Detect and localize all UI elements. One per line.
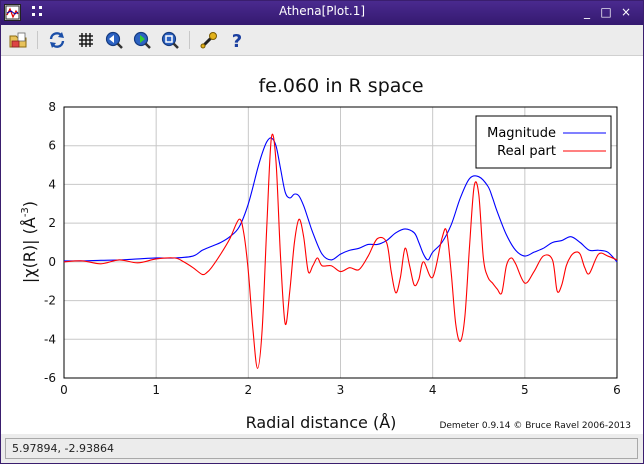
y-axis-label: |χ(R)| (Å-3) [20,201,39,283]
y-axis-label-text: |χ(R)| (Å [20,217,39,283]
svg-text:?: ? [232,31,242,50]
y-tick-label: -2 [44,294,56,308]
y-tick-label: 6 [48,139,56,153]
toolbar: ? [1,25,643,56]
x-tick-label: 4 [429,383,437,397]
x-tick-label: 3 [337,383,345,397]
settings-wrench-icon[interactable] [198,29,220,51]
x-tick-label: 0 [60,383,68,397]
y-axis-label-superscript: -3 [20,207,31,217]
toolbar-separator [189,31,190,49]
help-icon[interactable]: ? [226,29,248,51]
open-folder-icon[interactable] [7,29,29,51]
x-tick-label: 1 [152,383,160,397]
status-bar: 5.97894, -2.93864 [1,434,643,463]
minimize-button[interactable]: _ [579,4,595,20]
toolbar-separator [37,31,38,49]
chart-legend: Magnitude Real part [475,115,612,169]
y-axis-label-close: ) [20,201,39,207]
zoom-back-icon[interactable] [103,29,125,51]
zoom-icon[interactable] [159,29,181,51]
x-tick-label: 5 [521,383,529,397]
y-tick-label: 0 [48,255,56,269]
y-tick-label: 4 [48,177,56,191]
x-tick-label: 2 [245,383,253,397]
legend-label-real-part: Real part [497,144,556,159]
credit-text: Demeter 0.9.14 © Bruce Ravel 2006-2013 [439,421,631,431]
y-tick-label: -6 [44,371,56,385]
legend-box [475,115,612,169]
plot-canvas[interactable]: fe.060 in R space 0 1 2 3 4 5 6 -6 -4 -2 0 2 4 6 8 Mag… [1,56,643,434]
legend-label-magnitude: Magnitude [487,126,556,141]
y-tick-label: 8 [48,100,56,114]
chart-title: fe.060 in R space [258,75,423,97]
y-tick-label: -4 [44,332,56,346]
cursor-coordinates: 5.97894, -2.93864 [5,438,638,459]
grid-icon[interactable] [75,29,97,51]
plot-window: Athena[Plot.1] _ □ × ? fe.060 in R space… [0,0,644,464]
zoom-forward-icon[interactable] [131,29,153,51]
x-tick-label: 6 [613,383,621,397]
title-bar[interactable]: Athena[Plot.1] _ □ × [1,1,643,25]
close-button[interactable]: × [618,4,634,20]
window-title: Athena[Plot.1] [278,4,366,18]
y-tick-label: 2 [48,216,56,230]
xafs-chart[interactable]: fe.060 in R space 0 1 2 3 4 5 6 -6 -4 -2 0 2 4 6 8 Mag… [1,56,643,434]
refresh-icon[interactable] [46,29,68,51]
x-axis-label: Radial distance (Å) [246,413,397,432]
maximize-button[interactable]: □ [598,4,614,20]
